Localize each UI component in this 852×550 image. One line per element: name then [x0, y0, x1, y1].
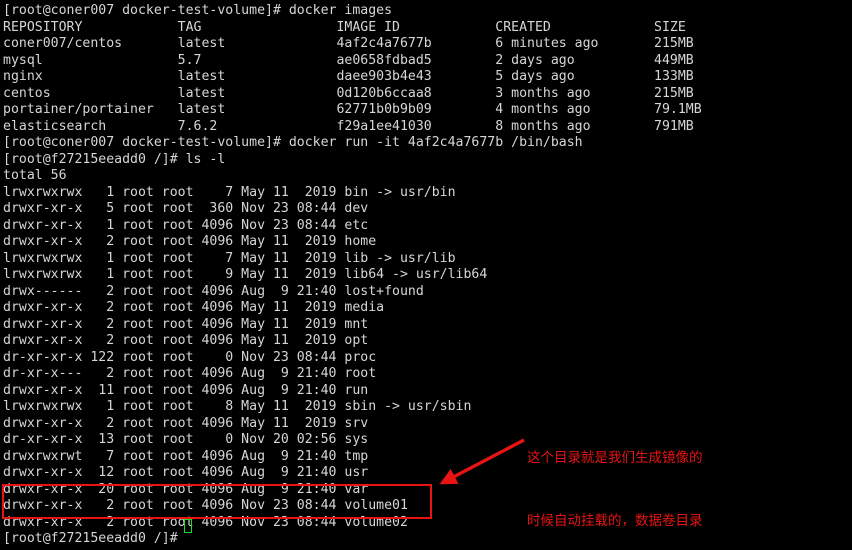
terminal-line: lrwxrwxrwx 1 root root 7 May 11 2019 lib… — [3, 250, 456, 266]
terminal-line: drwxr-xr-x 2 root root 4096 May 11 2019 … — [3, 316, 369, 332]
terminal-line: drwxr-xr-x 2 root root 4096 Nov 23 08:44… — [3, 498, 408, 513]
terminal-line: mysql 5.7 ae0658fdbad5 2 days ago 449MB — [3, 52, 694, 68]
terminal-line: [root@coner007 docker-test-volume]# dock… — [3, 3, 393, 18]
terminal-line: total 56 — [3, 168, 67, 183]
terminal-line: drwxr-xr-x 2 root root 4096 May 11 2019 … — [3, 415, 369, 431]
terminal-line: drwxr-xr-x 2 root root 4096 May 11 2019 … — [3, 333, 369, 348]
terminal-line: drwxr-xr-x 11 root root 4096 Aug 9 21:40… — [3, 382, 369, 398]
terminal-line: nginx latest daee903b4e43 5 days ago 133… — [3, 69, 694, 84]
terminal-line: lrwxrwxrwx 1 root root 9 May 11 2019 lib… — [3, 267, 488, 282]
terminal-window[interactable]: [root@coner007 docker-test-volume]# dock… — [0, 0, 852, 550]
terminal-line: drwxr-xr-x 5 root root 360 Nov 23 08:44 … — [3, 201, 369, 216]
terminal-line: drwxr-xr-x 2 root root 4096 May 11 2019 … — [3, 300, 385, 315]
terminal-line: dr-xr-xr-x 13 root root 0 Nov 20 02:56 s… — [3, 432, 369, 447]
terminal-line: [root@coner007 docker-test-volume]# dock… — [3, 135, 583, 150]
terminal-line: [root@f27215eeadd0 /]# — [3, 531, 186, 546]
terminal-line: portainer/portainer latest 62771b0b9b09 … — [3, 102, 702, 117]
annotation-text-line-1: 这个目录就是我们生成镜像的 — [527, 450, 703, 466]
terminal-output: [root@coner007 docker-test-volume]# dock… — [3, 3, 849, 548]
terminal-line: lrwxrwxrwx 1 root root 8 May 11 2019 sbi… — [3, 399, 472, 414]
annotation-text-line-2: 时候自动挂载的，数据卷目录 — [527, 513, 703, 529]
text-cursor — [184, 518, 192, 533]
terminal-line: coner007/centos latest 4af2c4a7677b 6 mi… — [3, 36, 694, 51]
terminal-line: [root@f27215eeadd0 /]# ls -l — [3, 151, 226, 167]
terminal-line: centos latest 0d120b6ccaa8 3 months ago … — [3, 85, 694, 101]
annotation-text: 这个目录就是我们生成镜像的 时候自动挂载的，数据卷目录 — [527, 406, 703, 550]
terminal-line: lrwxrwxrwx 1 root root 7 May 11 2019 bin… — [3, 184, 456, 200]
terminal-line: drwx------ 2 root root 4096 Aug 9 21:40 … — [3, 283, 424, 299]
terminal-line: drwxr-xr-x 2 root root 4096 May 11 2019 … — [3, 234, 377, 249]
terminal-line: REPOSITORY TAG IMAGE ID CREATED SIZE — [3, 19, 686, 35]
terminal-line: drwxr-xr-x 20 root root 4096 Aug 9 21:40… — [3, 481, 369, 497]
terminal-line: drwxr-xr-x 12 root root 4096 Aug 9 21:40… — [3, 465, 369, 480]
terminal-line: drwxr-xr-x 1 root root 4096 Nov 23 08:44… — [3, 217, 369, 233]
terminal-line: drwxr-xr-x 2 root root 4096 Nov 23 08:44… — [3, 514, 408, 530]
terminal-line: dr-xr-xr-x 122 root root 0 Nov 23 08:44 … — [3, 349, 377, 365]
terminal-line: elasticsearch 7.6.2 f29a1ee41030 8 month… — [3, 118, 694, 134]
terminal-line: drwxrwxrwt 7 root root 4096 Aug 9 21:40 … — [3, 448, 369, 464]
terminal-line: dr-xr-x--- 2 root root 4096 Aug 9 21:40 … — [3, 366, 377, 381]
